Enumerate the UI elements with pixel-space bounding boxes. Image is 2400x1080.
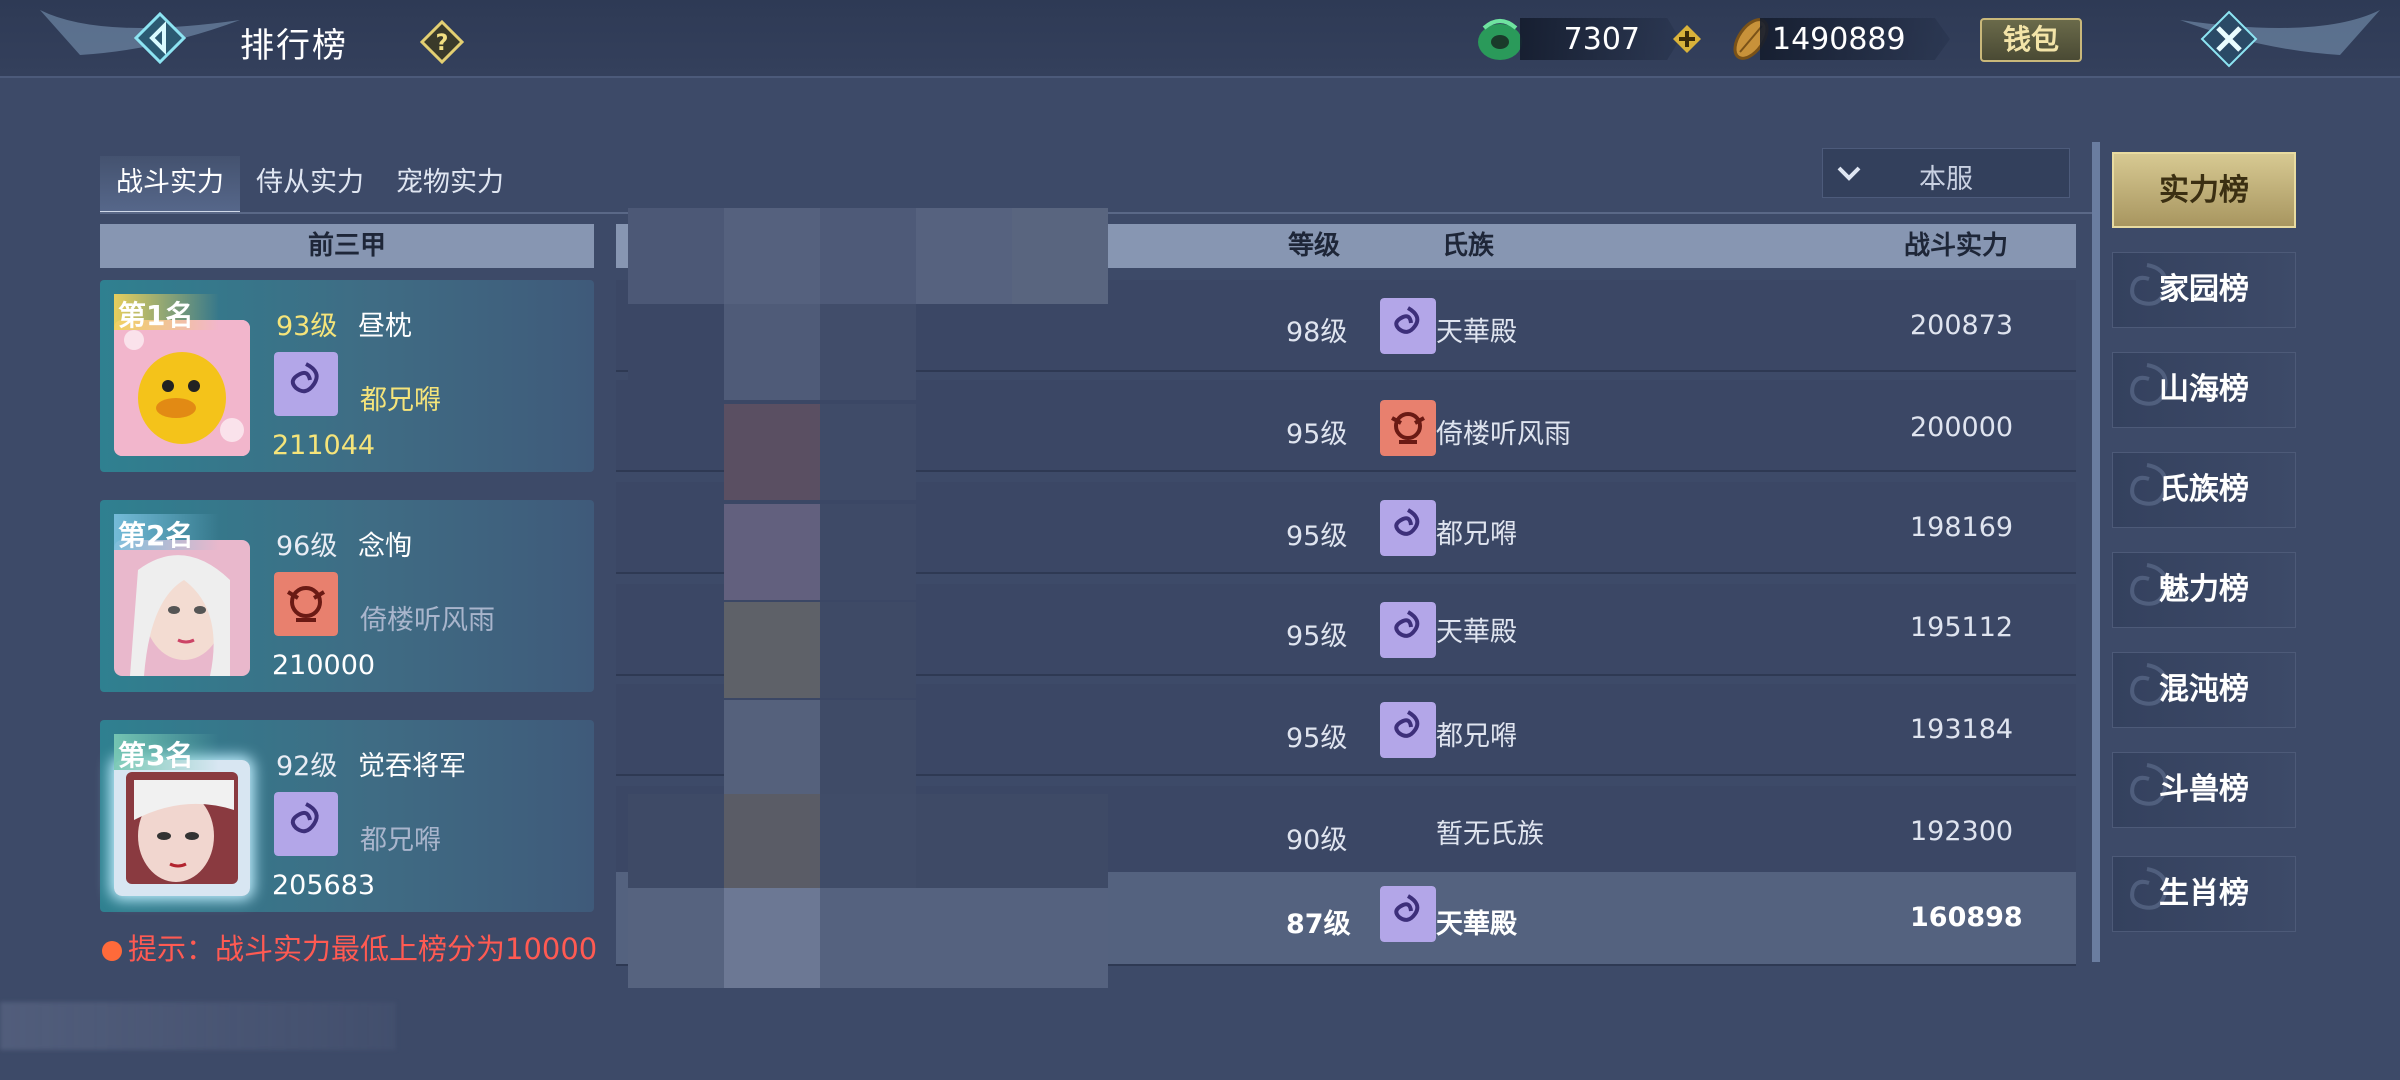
blurred-footer-text <box>0 1002 396 1050</box>
row-power: 200873 <box>1910 310 2014 341</box>
tab-combat-power[interactable]: 战斗实力 <box>100 156 240 214</box>
row-level: 95级 <box>1286 521 1348 552</box>
nav-scrollbar[interactable] <box>2092 142 2100 962</box>
row-level: 87级 <box>1286 909 1351 940</box>
warning-icon <box>102 941 122 961</box>
rank-tag: 第2名 <box>114 514 220 552</box>
nav-chaos-ranking[interactable]: 混沌榜 <box>2112 652 2296 728</box>
player-level: 92级 <box>276 751 338 782</box>
top3-header: 前三甲 <box>100 224 594 268</box>
nav-label: 山海榜 <box>2159 372 2249 407</box>
row-power: 160898 <box>1910 902 2023 933</box>
player-level: 93级 <box>276 311 338 342</box>
clan-emblem-icon <box>1380 702 1436 758</box>
nav-power-ranking[interactable]: 实力榜 <box>2112 152 2296 228</box>
row-level: 98级 <box>1286 317 1348 348</box>
top3-card-1[interactable]: 第1名 93级 昼枕 都兄嘚 211044 <box>100 280 594 472</box>
row-power: 192300 <box>1910 816 2014 847</box>
row-clan: 都兄嘚 <box>1436 721 1517 752</box>
row-clan: 天華殿 <box>1436 909 1517 940</box>
nav-beast-ranking[interactable]: 斗兽榜 <box>2112 752 2296 828</box>
row-level: 90级 <box>1286 825 1348 856</box>
top3-card-3[interactable]: 第3名 92级 觉吞将军 都兄嘚 205683 <box>100 720 594 912</box>
nav-label: 生肖榜 <box>2159 876 2249 911</box>
row-power: 198169 <box>1910 512 2014 543</box>
nav-label: 混沌榜 <box>2159 672 2249 707</box>
jade-amount: 7307 <box>1563 22 1640 57</box>
row-level: 95级 <box>1286 621 1348 652</box>
portrait-avatar-icon <box>114 540 250 676</box>
player-level: 96级 <box>276 531 338 562</box>
row-clan: 天華殿 <box>1436 617 1517 648</box>
add-currency-button[interactable] <box>1672 24 1702 54</box>
server-select-label: 本服 <box>1919 164 1973 195</box>
jade-currency-icon <box>1478 19 1522 60</box>
row-clan: 暂无氏族 <box>1436 819 1544 850</box>
tab-attendant-power[interactable]: 侍从实力 <box>240 156 380 214</box>
wallet-button[interactable]: 钱包 <box>1980 18 2082 62</box>
nav-label: 魅力榜 <box>2159 572 2249 607</box>
tab-pet-power[interactable]: 宠物实力 <box>380 156 520 214</box>
server-select[interactable]: 本服 <box>1822 148 2070 198</box>
svg-text:?: ? <box>436 31 449 56</box>
back-button[interactable] <box>130 10 190 66</box>
row-level: 95级 <box>1286 419 1348 450</box>
page-title: 排行榜 <box>240 26 348 66</box>
obscured-names-mosaic <box>628 208 1108 988</box>
column-header-level: 等级 <box>1288 231 1341 261</box>
nav-zodiac-ranking[interactable]: 生肖榜 <box>2112 856 2296 932</box>
help-icon[interactable]: ? <box>420 20 464 64</box>
column-header-power: 战斗实力 <box>1904 231 2009 261</box>
clan-name: 倚楼听风雨 <box>360 605 495 636</box>
avatar <box>114 760 250 896</box>
nav-home-ranking[interactable]: 家园榜 <box>2112 252 2296 328</box>
duck-avatar-icon <box>114 320 250 456</box>
portrait-avatar-icon <box>114 760 250 896</box>
avatar <box>114 540 250 676</box>
clan-emblem-icon <box>274 352 338 416</box>
combat-power: 211044 <box>272 430 376 461</box>
clan-emblem-icon <box>1380 298 1436 354</box>
min-score-tip: 提示：战斗实力最低上榜分为10000 <box>102 926 597 968</box>
nav-label: 实力榜 <box>2159 173 2249 208</box>
nav-label: 斗兽榜 <box>2159 772 2249 807</box>
clan-name: 都兄嘚 <box>360 825 441 856</box>
clan-name: 都兄嘚 <box>360 385 441 416</box>
row-clan: 都兄嘚 <box>1436 519 1517 550</box>
row-power: 200000 <box>1910 412 2014 443</box>
nav-label: 家园榜 <box>2159 272 2249 307</box>
rank-tag: 第3名 <box>114 734 220 772</box>
coin-amount: 1490889 <box>1772 22 1906 57</box>
combat-power: 210000 <box>272 650 376 681</box>
combat-power: 205683 <box>272 870 376 901</box>
clan-emblem-icon <box>1380 602 1436 658</box>
nav-clan-ranking[interactable]: 氏族榜 <box>2112 452 2296 528</box>
player-name: 昼枕 <box>358 311 412 342</box>
nav-label: 氏族榜 <box>2159 472 2249 507</box>
row-power: 193184 <box>1910 714 2014 745</box>
top3-card-2[interactable]: 第2名 96级 念恂 倚楼听风雨 210000 <box>100 500 594 692</box>
row-clan: 倚楼听风雨 <box>1436 419 1571 450</box>
close-icon[interactable] <box>2198 8 2260 70</box>
row-clan: 天華殿 <box>1436 317 1517 348</box>
clan-emblem-icon <box>274 792 338 856</box>
nav-mountain-sea-ranking[interactable]: 山海榜 <box>2112 352 2296 428</box>
clan-emblem-icon <box>1380 886 1436 942</box>
back-arrow-icon <box>133 11 187 65</box>
top-bar: 排行榜 ? 7307 1490889 钱包 <box>0 0 2400 78</box>
player-name: 觉吞将军 <box>358 751 466 782</box>
tip-text: 提示：战斗实力最低上榜分为10000 <box>128 932 598 966</box>
ranking-type-tabs: 战斗实力 侍从实力 宠物实力 <box>100 156 520 214</box>
clan-emblem-icon <box>274 572 338 636</box>
rank-tag: 第1名 <box>114 294 220 332</box>
clan-emblem-icon <box>1380 400 1436 456</box>
row-level: 95级 <box>1286 723 1348 754</box>
row-power: 195112 <box>1910 612 2014 643</box>
clan-emblem-icon <box>1380 500 1436 556</box>
chevron-down-icon <box>1837 166 1861 181</box>
avatar <box>114 320 250 456</box>
column-header-clan: 氏族 <box>1442 231 1495 261</box>
nav-charm-ranking[interactable]: 魅力榜 <box>2112 552 2296 628</box>
player-name: 念恂 <box>358 531 412 562</box>
